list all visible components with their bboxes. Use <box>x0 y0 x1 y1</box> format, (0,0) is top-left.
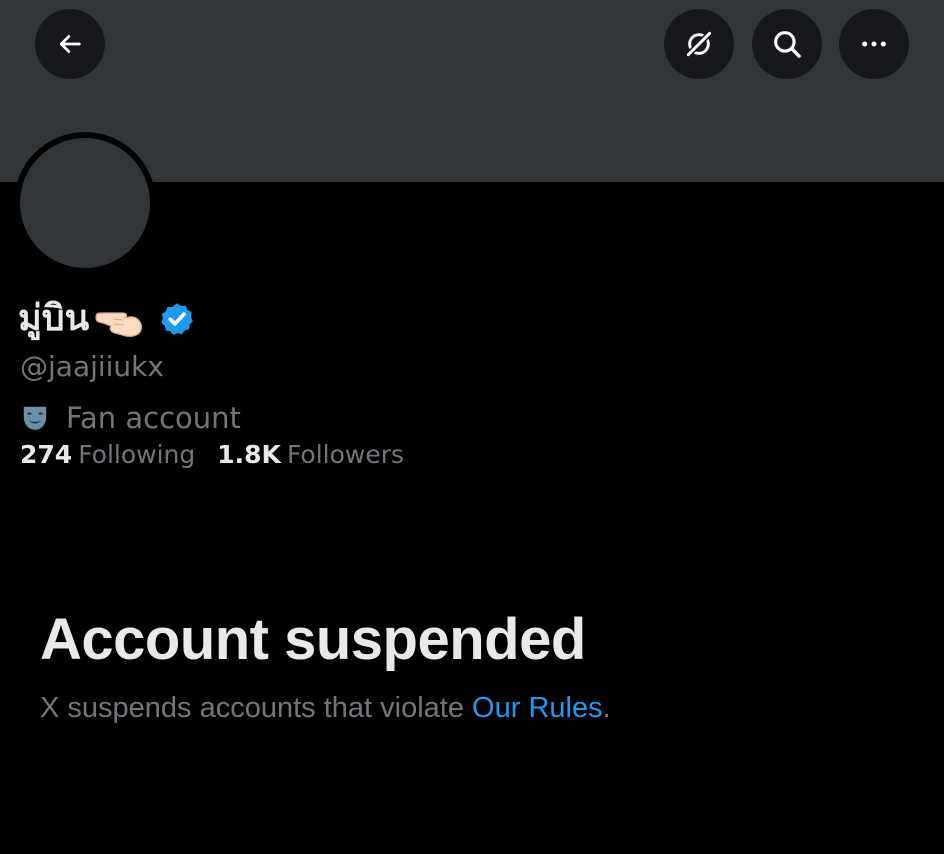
suspension-message-text: X suspends accounts that violate <box>40 692 473 724</box>
profile-handle: @jaajiiukx <box>20 350 164 383</box>
back-button[interactable] <box>35 9 105 79</box>
arrow-left-icon <box>59 35 81 53</box>
suspension-message-end: . <box>602 692 611 724</box>
followers-link[interactable]: 1.8K Followers <box>217 440 404 469</box>
grok-icon <box>686 31 712 57</box>
search-icon <box>774 31 801 58</box>
suspension-message: X suspends accounts that violate Our Rul… <box>40 692 611 725</box>
suspension-title: Account suspended <box>40 607 586 672</box>
profile-name-row: มู่บิน <box>18 292 195 346</box>
profile-avatar[interactable] <box>14 132 156 274</box>
our-rules-link[interactable]: Our Rules <box>472 692 603 724</box>
followers-label: Followers <box>286 439 405 469</box>
pointing-hand-emoji <box>93 299 145 339</box>
following-link[interactable]: 274 Following <box>20 440 195 469</box>
followers-count: 1.8K <box>217 439 281 469</box>
more-icon <box>862 41 886 47</box>
category-label: Fan account <box>66 401 241 435</box>
following-label: Following <box>78 439 196 469</box>
profile-stats: 274 Following 1.8K Followers <box>20 436 404 472</box>
theater-mask-icon <box>23 406 47 430</box>
more-options-button[interactable] <box>839 9 909 79</box>
avatar-placeholder <box>20 138 150 268</box>
display-name: มู่บิน <box>18 298 90 339</box>
grok-button[interactable] <box>664 9 734 79</box>
profile-category: Fan account <box>20 398 241 438</box>
verified-badge-icon[interactable] <box>159 301 195 337</box>
following-count: 274 <box>20 439 73 469</box>
search-button[interactable] <box>752 9 822 79</box>
